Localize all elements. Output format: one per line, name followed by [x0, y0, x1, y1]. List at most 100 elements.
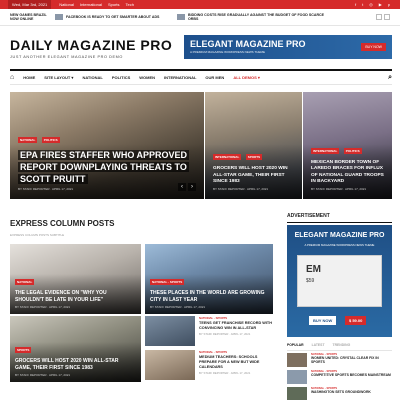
- hero-title[interactable]: EPA FIRES STAFFER WHO APPROVED REPORT DO…: [18, 149, 196, 185]
- ad-logo: EM: [306, 264, 321, 275]
- sidebar-post[interactable]: National · Sports COMPETITIVE SPORTS BEC…: [287, 370, 392, 384]
- hero-title[interactable]: GROCERS WILL HOST 2020 WIN ALL-STAR GAME…: [213, 166, 294, 185]
- category-tag[interactable]: Sports: [15, 347, 32, 353]
- nav-item-women[interactable]: Women: [139, 75, 155, 80]
- current-date: Wed, Mar 3rd, 2021: [8, 0, 52, 9]
- post-meta: By Staff Reporter · April 17, 2021: [15, 373, 71, 377]
- category-tag[interactable]: National · Sports: [199, 350, 273, 354]
- instagram-icon[interactable]: ◎: [369, 2, 373, 7]
- tab-popular[interactable]: Popular: [287, 343, 304, 347]
- category-tag[interactable]: International: [311, 148, 340, 155]
- social-links: f t ◎ ▶ p: [355, 2, 390, 7]
- site-logo[interactable]: DAILY MAGAZINE PRO JUST ANOTHER ELEGANT …: [10, 37, 172, 59]
- sidebar-post[interactable]: National · Sports WASHINGTON SETS GROUND…: [287, 387, 392, 400]
- sidebar-post[interactable]: National · Sports WOMEN UNITED: CRYSTAL …: [287, 353, 392, 367]
- list-item-title[interactable]: MEDIUM TEACHERS: SCHOOLS PREPARE FOR A N…: [199, 355, 273, 370]
- post-thumbnail[interactable]: [287, 370, 307, 384]
- banner-subtitle: A PREMIUM MAGAZINE WORDPRESS NEWS THEME: [190, 50, 265, 54]
- nav-item-our-men[interactable]: Our Men: [205, 75, 224, 80]
- category-tag[interactable]: Sports: [245, 154, 263, 161]
- sidebar-ad[interactable]: ELEGANT MAGAZINE PRO A PREMIUM MAGAZINE …: [287, 225, 392, 337]
- list-item-title[interactable]: TEENS GET FRANCHISE RECORD WITH CONVINCI…: [199, 321, 273, 331]
- post-card[interactable]: Sports GROCERS WILL HOST 2020 WIN ALL-ST…: [10, 316, 141, 382]
- post-thumbnail[interactable]: [145, 316, 195, 346]
- nav-item-national[interactable]: National: [82, 75, 102, 80]
- top-link-tech[interactable]: Tech: [126, 2, 134, 7]
- slider-prev-button[interactable]: ‹: [178, 183, 186, 191]
- nav-item-international[interactable]: International: [164, 75, 196, 80]
- ad-subtitle: A PREMIUM MAGAZINE WORDPRESS NEWS THEME: [304, 243, 375, 247]
- sidebar-tabs: Popular Latest Trending: [287, 343, 392, 351]
- search-icon[interactable]: ⌕: [388, 74, 392, 82]
- card-title[interactable]: THESE PLACES IN THE WORLD ARE GROWING CI…: [150, 290, 268, 303]
- category-tag[interactable]: National · Sports: [199, 316, 273, 320]
- ticker-prev-button[interactable]: [376, 14, 382, 20]
- top-link-sports[interactable]: Sports: [108, 2, 120, 7]
- card-title[interactable]: THE LEGAL EVIDENCE ON "WHY YOU SHOULDN'T…: [15, 290, 136, 303]
- category-tag[interactable]: National: [15, 279, 35, 285]
- top-bar: Wed, Mar 3rd, 2021 National Internationa…: [0, 0, 400, 9]
- hero-slide[interactable]: International Politics MEXICAN BORDER TO…: [303, 92, 392, 199]
- top-link-international[interactable]: International: [80, 2, 102, 7]
- ticker-item[interactable]: Bidding Costs Rise Gradually Against The…: [177, 13, 327, 21]
- post-thumbnail[interactable]: [145, 350, 195, 380]
- category-tag[interactable]: Politics: [41, 136, 60, 143]
- ticker-label: New Games Brazil Now Online: [10, 13, 47, 21]
- hero-slide[interactable]: International Sports GROCERS WILL HOST 2…: [205, 92, 302, 199]
- section-title: EXPRESS COLUMN POSTS: [10, 219, 115, 228]
- top-link-national[interactable]: National: [59, 2, 74, 7]
- tab-latest[interactable]: Latest: [312, 343, 325, 347]
- list-item-text: National · Sports TEENS GET FRANCHISE RE…: [199, 316, 273, 346]
- post-meta: By Staff Reporter · April 17, 2021: [150, 305, 206, 309]
- ticker-thumbnail: [55, 14, 63, 20]
- ad-preview-image: EM $59: [297, 255, 382, 307]
- tab-trending[interactable]: Trending: [333, 343, 351, 347]
- ticker-next-button[interactable]: [384, 14, 390, 20]
- youtube-icon[interactable]: ▶: [379, 2, 382, 7]
- hero-caption: International Politics MEXICAN BORDER TO…: [311, 139, 384, 191]
- sidebar-post-title[interactable]: WOMEN UNITED: CRYSTAL CLEAR FIX IN SPORT…: [311, 356, 392, 365]
- home-icon[interactable]: ⌂: [10, 74, 14, 81]
- ad-price: $ 59.00: [345, 316, 367, 325]
- nav-item-all-demos[interactable]: All Demos ▾: [233, 75, 260, 80]
- category-tag[interactable]: Politics: [343, 148, 362, 155]
- ticker-item[interactable]: Facebook is ready to get smarter about a…: [55, 14, 165, 20]
- sidebar-post-text: National · Sports COMPETITIVE SPORTS BEC…: [311, 370, 391, 384]
- category-tag[interactable]: National: [18, 136, 38, 143]
- banner-buy-button[interactable]: BUY NOW: [361, 43, 386, 51]
- post-thumbnail[interactable]: [287, 353, 307, 367]
- post-meta: By Staff Reporter · April 17, 2021: [15, 305, 71, 309]
- post-meta: By Staff Reporter · April 17, 2021: [311, 187, 367, 191]
- site-title: DAILY MAGAZINE PRO: [10, 37, 173, 53]
- hero-title[interactable]: MEXICAN BORDER TOWN OF LAREDO BRACES FOR…: [311, 160, 384, 185]
- slider-next-button[interactable]: ›: [188, 183, 196, 191]
- ad-title: ELEGANT MAGAZINE PRO: [294, 232, 385, 239]
- hero-slide-main[interactable]: National Politics EPA FIRES STAFFER WHO …: [10, 92, 204, 199]
- sidebar-post-title[interactable]: COMPETITIVE SPORTS BECOMES MAINSTREAM: [311, 373, 391, 377]
- sidebar-post-text: National · Sports WOMEN UNITED: CRYSTAL …: [311, 353, 392, 367]
- header-banner-ad[interactable]: ELEGANT MAGAZINE PRO A PREMIUM MAGAZINE …: [184, 35, 392, 59]
- card-title[interactable]: GROCERS WILL HOST 2020 WIN ALL-STAR GAME…: [15, 358, 136, 371]
- nav-item-site-layout[interactable]: Site Layout ▾: [44, 75, 73, 80]
- nav-item-home[interactable]: Home: [23, 75, 35, 80]
- twitter-icon[interactable]: t: [362, 2, 363, 7]
- post-card[interactable]: National THE LEGAL EVIDENCE ON "WHY YOU …: [10, 244, 141, 314]
- sidebar-post-text: National · Sports WASHINGTON SETS GROUND…: [311, 387, 371, 400]
- post-card[interactable]: National · Sports THESE PLACES IN THE WO…: [145, 244, 273, 314]
- pinterest-icon[interactable]: p: [388, 2, 390, 7]
- ad-buy-button[interactable]: BUY NOW: [309, 316, 337, 325]
- news-ticker: New Games Brazil Now Online Facebook is …: [0, 9, 400, 26]
- post-thumbnail[interactable]: [287, 387, 307, 400]
- list-item[interactable]: National · Sports TEENS GET FRANCHISE RE…: [145, 316, 273, 346]
- facebook-icon[interactable]: f: [355, 2, 356, 7]
- list-item[interactable]: National · Sports MEDIUM TEACHERS: SCHOO…: [145, 350, 273, 380]
- category-tag[interactable]: National · Sports: [150, 279, 185, 285]
- ticker-arrows: [376, 14, 390, 20]
- sidebar-post-title[interactable]: WASHINGTON SETS GROUNDWORK: [311, 390, 371, 394]
- top-nav: National International Sports Tech: [59, 2, 134, 7]
- post-meta: By Staff Reporter · April 17, 2021: [199, 370, 251, 375]
- sidebar-widget-title: ADVERTISEMENT: [287, 213, 392, 223]
- ticker-item-title: Facebook is ready to get smarter about a…: [66, 15, 160, 19]
- category-tag[interactable]: International: [213, 154, 242, 161]
- nav-item-politics[interactable]: Politics: [112, 75, 130, 80]
